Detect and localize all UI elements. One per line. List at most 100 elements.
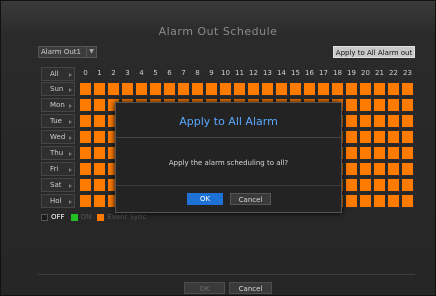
schedule-cell[interactable] <box>331 82 344 96</box>
cancel-button[interactable]: Cancel <box>229 282 272 294</box>
hour-header-13[interactable]: 13 <box>261 67 274 81</box>
hour-header-1[interactable]: 1 <box>93 67 106 81</box>
schedule-cell[interactable] <box>373 98 386 112</box>
schedule-cell[interactable] <box>359 178 372 192</box>
hour-header-17[interactable]: 17 <box>317 67 330 81</box>
schedule-cell[interactable] <box>233 82 246 96</box>
schedule-cell[interactable] <box>107 82 120 96</box>
schedule-cell[interactable] <box>93 146 106 160</box>
day-label-hol[interactable]: Hol <box>41 194 75 208</box>
schedule-cell[interactable] <box>345 98 358 112</box>
schedule-cell[interactable] <box>247 82 260 96</box>
schedule-cell[interactable] <box>93 130 106 144</box>
hour-header-2[interactable]: 2 <box>107 67 120 81</box>
schedule-cell[interactable] <box>359 194 372 208</box>
schedule-cell[interactable] <box>373 114 386 128</box>
schedule-cell[interactable] <box>387 82 400 96</box>
day-label-tue[interactable]: Tue <box>41 114 75 128</box>
schedule-cell[interactable] <box>93 98 106 112</box>
schedule-cell[interactable] <box>345 194 358 208</box>
schedule-cell[interactable] <box>359 162 372 176</box>
hour-header-19[interactable]: 19 <box>345 67 358 81</box>
schedule-cell[interactable] <box>303 82 316 96</box>
schedule-cell[interactable] <box>177 82 190 96</box>
schedule-cell[interactable] <box>191 82 204 96</box>
schedule-cell[interactable] <box>93 178 106 192</box>
schedule-cell[interactable] <box>79 178 92 192</box>
schedule-cell[interactable] <box>387 162 400 176</box>
schedule-cell[interactable] <box>93 114 106 128</box>
hour-header-21[interactable]: 21 <box>373 67 386 81</box>
hour-header-7[interactable]: 7 <box>177 67 190 81</box>
day-label-mon[interactable]: Mon <box>41 98 75 112</box>
hour-header-15[interactable]: 15 <box>289 67 302 81</box>
schedule-cell[interactable] <box>373 194 386 208</box>
hour-header-12[interactable]: 12 <box>247 67 260 81</box>
dialog-ok-button[interactable]: OK <box>187 193 223 205</box>
schedule-cell[interactable] <box>373 130 386 144</box>
schedule-cell[interactable] <box>359 98 372 112</box>
day-label-fri[interactable]: Fri <box>41 162 75 176</box>
hour-header-16[interactable]: 16 <box>303 67 316 81</box>
schedule-cell[interactable] <box>79 114 92 128</box>
schedule-cell[interactable] <box>401 82 414 96</box>
dialog-cancel-button[interactable]: Cancel <box>230 193 271 205</box>
schedule-cell[interactable] <box>345 82 358 96</box>
ok-button[interactable]: OK <box>184 282 225 294</box>
schedule-cell[interactable] <box>135 82 148 96</box>
schedule-cell[interactable] <box>401 130 414 144</box>
schedule-cell[interactable] <box>121 82 134 96</box>
hour-header-20[interactable]: 20 <box>359 67 372 81</box>
schedule-cell[interactable] <box>79 162 92 176</box>
hour-header-8[interactable]: 8 <box>191 67 204 81</box>
schedule-cell[interactable] <box>401 194 414 208</box>
schedule-cell[interactable] <box>373 146 386 160</box>
hour-header-22[interactable]: 22 <box>387 67 400 81</box>
schedule-cell[interactable] <box>401 178 414 192</box>
schedule-cell[interactable] <box>359 146 372 160</box>
schedule-cell[interactable] <box>289 82 302 96</box>
schedule-cell[interactable] <box>79 194 92 208</box>
hour-header-0[interactable]: 0 <box>79 67 92 81</box>
hour-header-18[interactable]: 18 <box>331 67 344 81</box>
schedule-cell[interactable] <box>275 82 288 96</box>
day-label-sun[interactable]: Sun <box>41 82 75 96</box>
schedule-cell[interactable] <box>261 82 274 96</box>
hour-header-23[interactable]: 23 <box>401 67 414 81</box>
hour-header-5[interactable]: 5 <box>149 67 162 81</box>
schedule-cell[interactable] <box>401 146 414 160</box>
schedule-cell[interactable] <box>387 130 400 144</box>
schedule-cell[interactable] <box>387 98 400 112</box>
schedule-cell[interactable] <box>93 82 106 96</box>
hour-header-6[interactable]: 6 <box>163 67 176 81</box>
schedule-cell[interactable] <box>387 146 400 160</box>
schedule-cell[interactable] <box>93 194 106 208</box>
day-label-thu[interactable]: Thu <box>41 146 75 160</box>
schedule-cell[interactable] <box>79 130 92 144</box>
schedule-cell[interactable] <box>163 82 176 96</box>
schedule-cell[interactable] <box>401 162 414 176</box>
schedule-cell[interactable] <box>79 82 92 96</box>
schedule-cell[interactable] <box>93 162 106 176</box>
alarm-out-select[interactable]: Alarm Out1 ▼ <box>38 46 97 58</box>
schedule-cell[interactable] <box>345 114 358 128</box>
schedule-cell[interactable] <box>387 194 400 208</box>
schedule-cell[interactable] <box>345 130 358 144</box>
select-all-button[interactable]: All <box>41 67 75 81</box>
schedule-cell[interactable] <box>387 178 400 192</box>
schedule-cell[interactable] <box>373 162 386 176</box>
schedule-cell[interactable] <box>317 82 330 96</box>
schedule-cell[interactable] <box>345 146 358 160</box>
schedule-cell[interactable] <box>401 98 414 112</box>
schedule-cell[interactable] <box>359 130 372 144</box>
schedule-cell[interactable] <box>149 82 162 96</box>
schedule-cell[interactable] <box>359 114 372 128</box>
hour-header-9[interactable]: 9 <box>205 67 218 81</box>
schedule-cell[interactable] <box>401 114 414 128</box>
schedule-cell[interactable] <box>373 82 386 96</box>
day-label-sat[interactable]: Sat <box>41 178 75 192</box>
schedule-cell[interactable] <box>387 114 400 128</box>
schedule-cell[interactable] <box>79 146 92 160</box>
hour-header-10[interactable]: 10 <box>219 67 232 81</box>
hour-header-14[interactable]: 14 <box>275 67 288 81</box>
